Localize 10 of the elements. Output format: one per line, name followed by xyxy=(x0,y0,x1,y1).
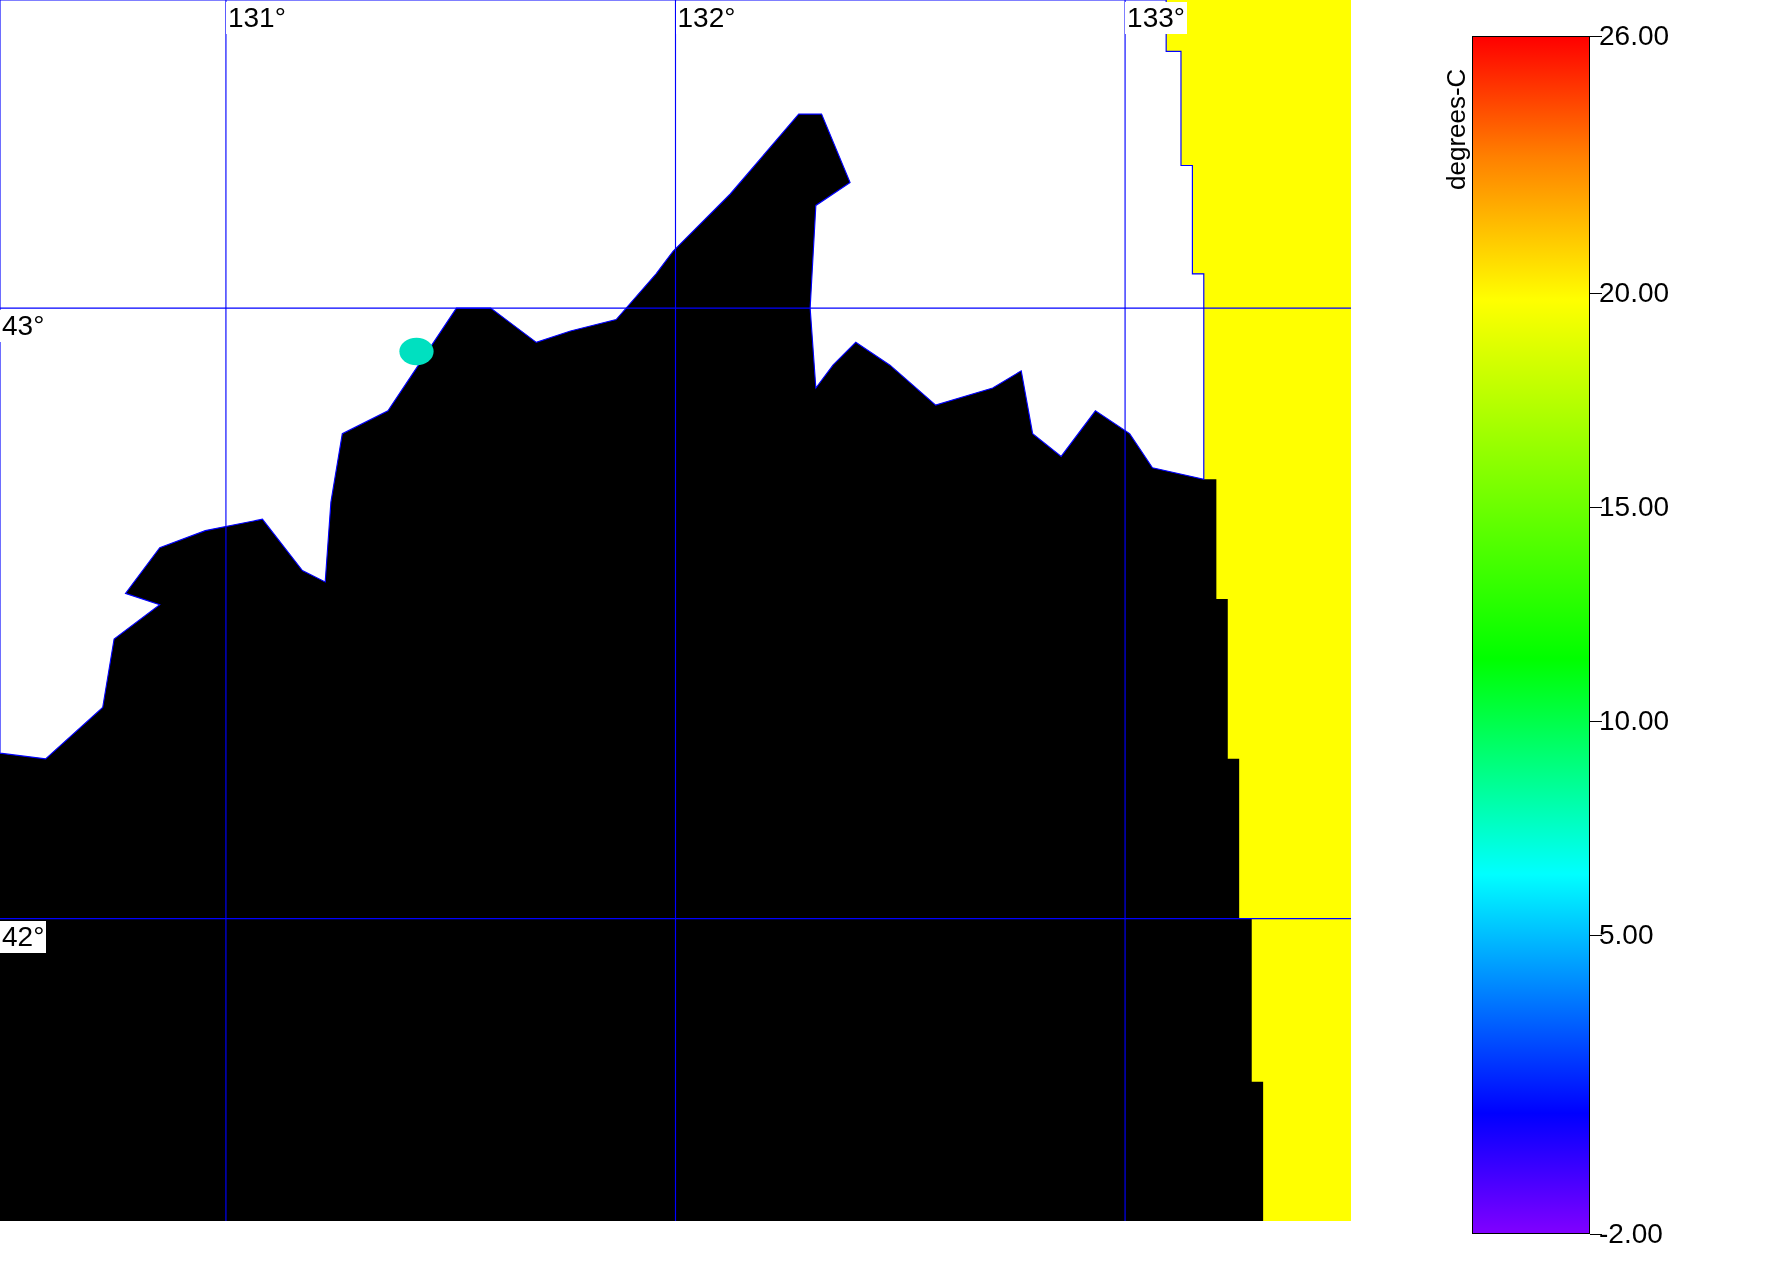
colorbar-tick-label: 15.00 xyxy=(1599,490,1670,523)
colorbar-tick-label: 26.00 xyxy=(1599,20,1670,52)
colorbar-tick-label: 20.00 xyxy=(1599,276,1670,309)
colorbar-tick-label: 5.00 xyxy=(1599,918,1654,951)
latitude-label: 42° xyxy=(0,920,47,953)
colorbar-title: degrees-C xyxy=(1441,68,1472,190)
colorbar-tick-label: -2.00 xyxy=(1599,1218,1663,1250)
longitude-label: 133° xyxy=(1125,2,1187,34)
longitude-label: 131° xyxy=(225,2,288,34)
colorbar-tick-label: 10.00 xyxy=(1599,704,1670,737)
